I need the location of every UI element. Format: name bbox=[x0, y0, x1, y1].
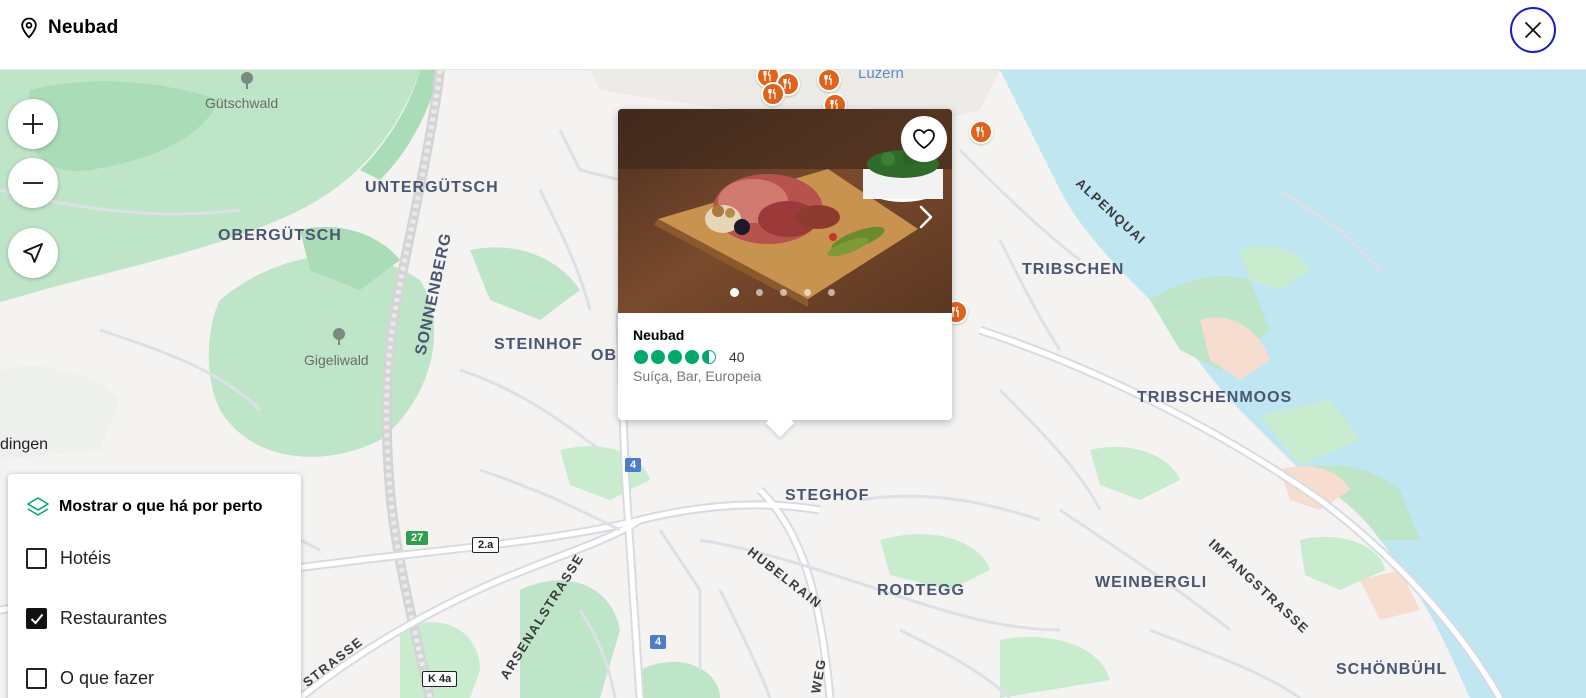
nearby-title: Mostrar o que há por perto bbox=[59, 498, 263, 515]
rating-bubbles: 40 bbox=[634, 349, 745, 365]
map-label-dingen: dingen bbox=[0, 436, 49, 453]
zoom-out-button[interactable] bbox=[8, 158, 58, 208]
review-count[interactable]: 40 bbox=[729, 349, 745, 365]
fork-knife-icon bbox=[763, 70, 771, 81]
option-label: Restaurantes bbox=[60, 608, 168, 628]
place-name[interactable]: Neubad bbox=[633, 327, 684, 343]
map-label-tribschenmoos: TRIBSCHENMOOS bbox=[1137, 389, 1293, 406]
zoom-in-button[interactable] bbox=[8, 99, 58, 149]
pagination-dot[interactable] bbox=[730, 288, 739, 297]
map-label-tribschen: TRIBSCHEN bbox=[1022, 261, 1125, 278]
map-label-gutschwald: Gütschwald bbox=[205, 95, 279, 111]
photo-pagination bbox=[730, 288, 835, 297]
option-label: O que fazer bbox=[60, 668, 155, 688]
lake-water bbox=[1000, 70, 1586, 698]
map-label-untergutsch: UNTERGÜTSCH bbox=[365, 179, 499, 196]
restaurant-marker[interactable] bbox=[761, 82, 785, 106]
chevron-right-icon bbox=[919, 205, 933, 229]
layers-icon bbox=[27, 497, 49, 516]
pagination-dot[interactable] bbox=[828, 289, 835, 296]
road-shield: 4 bbox=[625, 458, 642, 472]
rating-bubble-full bbox=[634, 350, 648, 364]
cuisine-list: Suíça, Bar, Europeia bbox=[633, 368, 762, 384]
close-button[interactable] bbox=[1510, 7, 1556, 53]
restaurant-marker[interactable] bbox=[969, 120, 993, 144]
road-shield: 2.a bbox=[472, 537, 500, 553]
option-label: Hotéis bbox=[60, 548, 112, 568]
rating-bubble-full bbox=[668, 350, 682, 364]
locate-me-button[interactable] bbox=[8, 228, 58, 278]
map-label-luzern: Luzern bbox=[858, 70, 904, 82]
road-shield: 27 bbox=[406, 531, 429, 545]
checkbox-restaurants[interactable] bbox=[26, 608, 47, 629]
header: Neubad bbox=[0, 0, 1586, 70]
map-label-obergutsch: OBERGÜTSCH bbox=[218, 227, 342, 244]
nearby-panel: Mostrar o que há por perto Hotéis Restau… bbox=[8, 474, 301, 698]
checkbox-things-to-do[interactable] bbox=[26, 668, 47, 689]
next-photo-button[interactable] bbox=[914, 199, 938, 235]
map-label-gigeliwald: Gigeliwald bbox=[304, 352, 369, 368]
pagination-dot[interactable] bbox=[780, 289, 787, 296]
map-label-schonbuhl: SCHÖNBÜHL bbox=[1336, 661, 1448, 678]
road-shield: K 4a bbox=[422, 671, 458, 687]
fork-knife-icon bbox=[768, 88, 776, 99]
page-title: Neubad bbox=[48, 17, 119, 38]
rating-bubble-half bbox=[702, 350, 716, 364]
locate-me-icon bbox=[23, 243, 43, 263]
nearby-option-things-to-do[interactable]: O que fazer bbox=[26, 668, 154, 689]
nearby-option-hotels[interactable]: Hotéis bbox=[26, 548, 111, 569]
fork-knife-icon bbox=[824, 74, 832, 85]
nearby-header: Mostrar o que há por perto bbox=[26, 496, 263, 518]
heart-icon bbox=[913, 129, 935, 149]
pagination-dot[interactable] bbox=[756, 289, 763, 296]
pagination-dot[interactable] bbox=[804, 289, 811, 296]
zoom-out-icon bbox=[23, 182, 43, 184]
checkbox-hotels[interactable] bbox=[26, 548, 47, 569]
place-popup[interactable]: Neubad 40 Suíça, Bar, Europeia bbox=[618, 109, 952, 438]
fork-knife-icon bbox=[976, 126, 984, 137]
forest-tree-icon bbox=[333, 328, 345, 345]
zoom-in-icon bbox=[23, 114, 43, 134]
close-icon bbox=[1525, 22, 1541, 38]
rating-bubble-full bbox=[685, 350, 699, 364]
location-pin-icon bbox=[21, 17, 37, 39]
rating-bubble-full bbox=[651, 350, 665, 364]
checkmark-icon bbox=[30, 613, 43, 624]
place-photo[interactable] bbox=[618, 109, 952, 313]
map-label-steghof: STEGHOF bbox=[785, 487, 870, 504]
nearby-option-restaurants[interactable]: Restaurantes bbox=[26, 608, 167, 629]
map-label-rodtegg: RODTEGG bbox=[877, 582, 965, 599]
favorite-button[interactable] bbox=[901, 116, 947, 162]
map-label-steinhof: STEINHOF bbox=[494, 336, 583, 353]
forest-tree-icon bbox=[241, 72, 253, 89]
map-label-weinbergli: WEINBERGLI bbox=[1095, 574, 1208, 591]
road-shield: 4 bbox=[650, 635, 667, 649]
